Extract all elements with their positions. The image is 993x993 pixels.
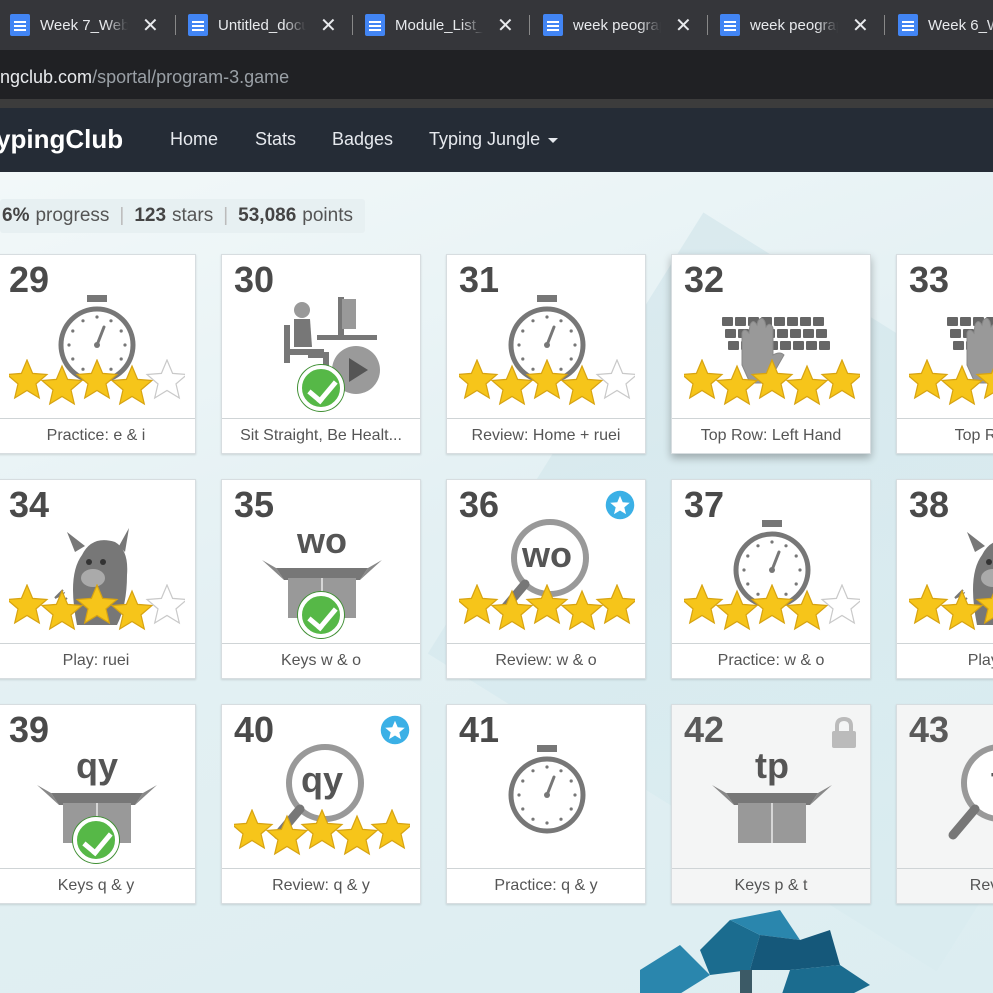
lesson-card[interactable]: 38 Play: To (896, 479, 993, 679)
lesson-title: Sit Straight, Be Healt... (222, 418, 420, 453)
close-tab-icon[interactable]: ✕ (852, 13, 869, 38)
close-tab-icon[interactable]: ✕ (675, 13, 692, 38)
lesson-title: Review (897, 868, 993, 903)
lesson-number: 38 (909, 484, 950, 525)
lesson-number: 31 (459, 259, 500, 300)
browser-tab[interactable]: Untitled_docu ✕ (188, 8, 337, 42)
lesson-title: Play: ruei (0, 643, 195, 678)
close-tab-icon[interactable]: ✕ (320, 13, 337, 38)
lesson-keys-text: wo (297, 520, 347, 561)
google-docs-icon (720, 14, 740, 36)
lesson-card[interactable]: wo 35 Keys w & o (221, 479, 421, 679)
tree-illustration (640, 910, 870, 993)
lesson-number: 32 (684, 259, 725, 300)
browser-tab[interactable]: Week 6_W (898, 8, 993, 42)
lesson-keys-text: wo (522, 534, 572, 575)
close-tab-icon[interactable]: ✕ (142, 13, 159, 38)
lesson-card[interactable]: 30 Sit Straight, Be Healt... (221, 254, 421, 454)
google-docs-icon (543, 14, 563, 36)
lesson-card[interactable]: qy 39 Keys q & y (0, 704, 196, 904)
lesson-card[interactable]: 33 Top Row: R (896, 254, 993, 454)
nav-stats-link[interactable]: Stats (255, 129, 296, 150)
brand-logo[interactable]: ypingClub (0, 124, 123, 155)
lesson-title: Practice: q & y (447, 868, 645, 903)
google-docs-icon (898, 14, 918, 36)
check-icon (298, 592, 344, 638)
google-docs-icon (188, 14, 208, 36)
browser-tab[interactable]: week peograp ✕ (543, 8, 692, 42)
lesson-title: Top Row: Left Hand (672, 418, 870, 453)
lesson-number: 42 (684, 709, 725, 750)
lesson-title: Review: w & o (447, 643, 645, 678)
nav-home-link[interactable]: Home (170, 129, 218, 150)
lesson-number: 43 (909, 709, 950, 750)
lesson-number: 39 (9, 709, 50, 750)
lesson-number: 30 (234, 259, 275, 300)
lesson-number: 40 (234, 709, 275, 750)
tab-divider (707, 15, 708, 35)
site-navbar: ypingClub Home Stats Badges Typing Jungl… (0, 108, 993, 172)
lesson-number: 41 (459, 709, 500, 750)
lesson-number: 35 (234, 484, 275, 525)
lesson-title: Keys q & y (0, 868, 195, 903)
close-tab-icon[interactable]: ✕ (497, 13, 514, 38)
lesson-number: 33 (909, 259, 950, 300)
google-docs-icon (10, 14, 30, 36)
nav-typing-jungle-dropdown[interactable]: Typing Jungle (429, 129, 559, 150)
lesson-card[interactable]: 31 Review: Home + ruei (446, 254, 646, 454)
lesson-number: 29 (9, 259, 50, 300)
nav-badges-link[interactable]: Badges (332, 129, 393, 150)
browser-tab[interactable]: Week 7_Web ✕ (10, 8, 159, 42)
progress-summary: 6% progress | 123 stars | 53,086 points (0, 199, 365, 233)
lesson-title: Keys w & o (222, 643, 420, 678)
lesson-title: Review: q & y (222, 868, 420, 903)
lesson-card[interactable]: wo 36 Review: w & o (446, 479, 646, 679)
lesson-card[interactable]: tp 42 Keys p & t (671, 704, 871, 904)
lesson-keys-text: t (897, 759, 993, 801)
google-docs-icon (365, 14, 385, 36)
lesson-number: 34 (9, 484, 50, 525)
lesson-number: 36 (459, 484, 500, 525)
tab-divider (884, 15, 885, 35)
lesson-card[interactable]: qy 40 Review: q & y (221, 704, 421, 904)
lesson-title: Keys p & t (672, 868, 870, 903)
lesson-title: Play: To (897, 643, 993, 678)
browser-tab[interactable]: week peograp ✕ (720, 8, 869, 42)
lesson-card[interactable]: 29 Practice: e & i (0, 254, 196, 454)
lesson-number: 37 (684, 484, 725, 525)
tab-divider (175, 15, 176, 35)
lesson-keys-text: tp (755, 745, 789, 786)
tab-divider (352, 15, 353, 35)
url-field[interactable]: ngclub.com/sportal/program-3.game (0, 67, 289, 88)
lesson-title: Practice: w & o (672, 643, 870, 678)
lesson-card[interactable]: 37 Practice: w & o (671, 479, 871, 679)
browser-tab-strip: Week 7_Web ✕ Untitled_docu ✕ Module_List_ ✕… (0, 0, 993, 50)
lesson-keys-text: qy (75, 745, 118, 786)
lesson-title: Top Row: R (897, 418, 993, 453)
lesson-keys-text: qy (300, 759, 343, 800)
lesson-area: 6% progress | 123 stars | 53,086 points 29 P… (0, 172, 993, 993)
lesson-card[interactable]: 32 Top Row: Left Hand (671, 254, 871, 454)
tab-divider (529, 15, 530, 35)
lesson-card[interactable]: 34 Play: ruei (0, 479, 196, 679)
caret-down-icon (548, 137, 559, 143)
lesson-title: Practice: e & i (0, 418, 195, 453)
address-bar: ngclub.com/sportal/program-3.game (0, 50, 993, 108)
check-icon (298, 365, 344, 411)
lesson-title: Review: Home + ruei (447, 418, 645, 453)
check-icon (73, 817, 119, 863)
lesson-card[interactable]: 41 Practice: q & y (446, 704, 646, 904)
browser-tab[interactable]: Module_List_ ✕ (365, 8, 514, 42)
lesson-card[interactable]: t 43 Review (896, 704, 993, 904)
